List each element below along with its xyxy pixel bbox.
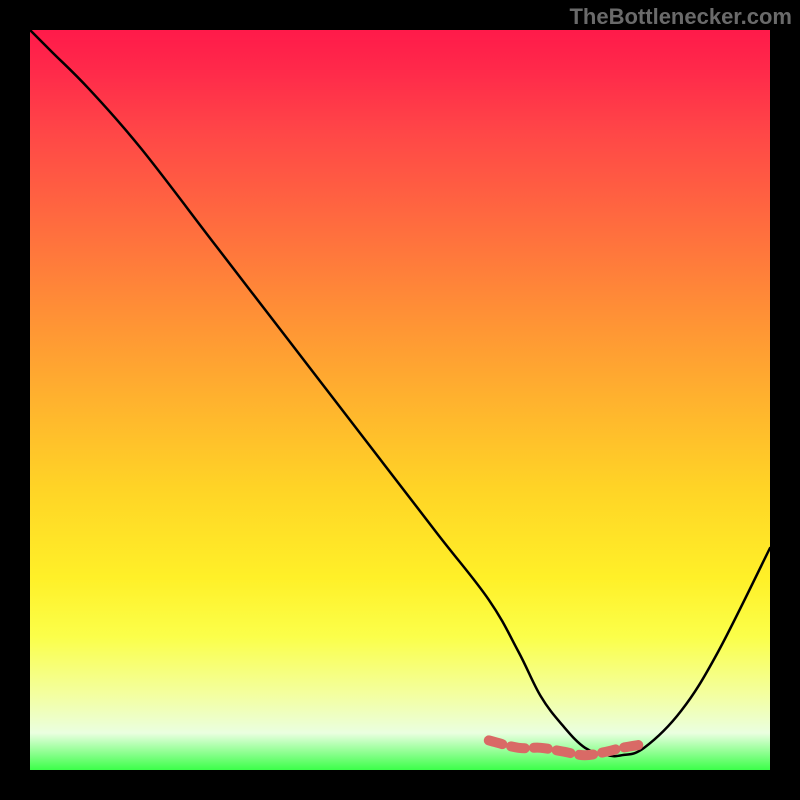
curve-svg: [30, 30, 770, 770]
bottleneck-curve-line: [30, 30, 770, 756]
watermark-text: TheBottlenecker.com: [569, 4, 792, 30]
chart-container: TheBottlenecker.com: [0, 0, 800, 800]
valley-marker-line: [489, 740, 644, 755]
plot-area: [30, 30, 770, 770]
